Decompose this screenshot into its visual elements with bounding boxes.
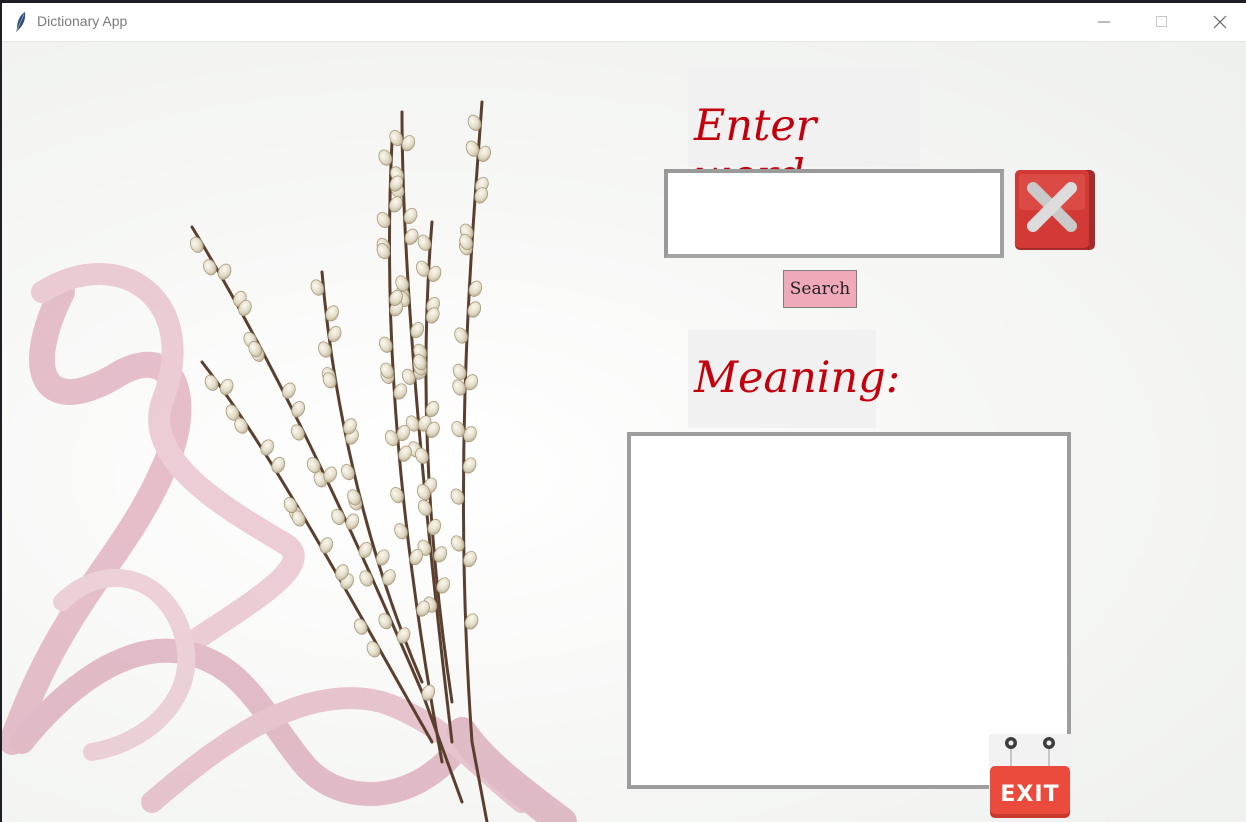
- x-icon: [1015, 170, 1095, 250]
- exit-button[interactable]: EXIT: [989, 734, 1071, 822]
- window-title: Dictionary App: [37, 13, 128, 29]
- search-button[interactable]: Search: [783, 270, 857, 308]
- meaning-label: Meaning:: [688, 330, 900, 428]
- maximize-button[interactable]: [1133, 3, 1191, 41]
- minimize-button[interactable]: [1075, 3, 1133, 41]
- exit-sign-icon: [990, 737, 1070, 818]
- exit-label: EXIT: [1000, 782, 1060, 807]
- minimize-icon: [1098, 21, 1110, 23]
- word-input[interactable]: [664, 169, 1004, 258]
- clear-button[interactable]: [1015, 170, 1095, 250]
- meaning-label-text: Meaning:: [694, 353, 901, 403]
- close-button[interactable]: [1191, 3, 1246, 41]
- title-bar[interactable]: Dictionary App: [2, 3, 1246, 42]
- feather-icon: [16, 12, 26, 32]
- enter-word-label: Enter word:: [688, 67, 920, 201]
- app-content: Enter word: Search Meaning:: [2, 42, 1246, 822]
- maximize-icon: [1156, 16, 1167, 27]
- close-icon: [1213, 15, 1227, 29]
- app-window: Dictionary App Enter Search Meaning: EXI…: [2, 3, 1246, 822]
